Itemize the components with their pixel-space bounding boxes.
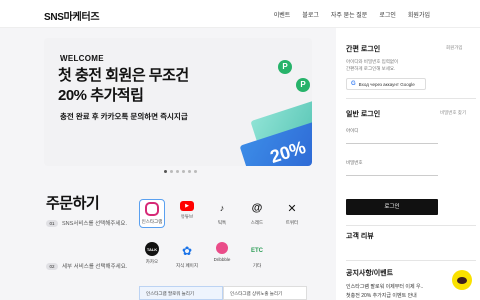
nav-login[interactable]: 로그인 xyxy=(379,10,396,19)
banner-welcome: WELCOME xyxy=(60,54,104,63)
service-label: 기타 xyxy=(252,263,262,268)
banner-pagination xyxy=(164,170,197,173)
password-field[interactable]: 비밀번호 xyxy=(346,160,438,176)
service-kakao[interactable]: TALK 카카오 xyxy=(139,242,165,265)
step-2: 02 세부 서비스를 선택해주세요. xyxy=(46,262,127,270)
point-coin-icon: P xyxy=(296,78,310,92)
google-login-button[interactable]: G Вход через аккаунт Google xyxy=(346,78,426,90)
service-tiktok[interactable]: ♪ 틱톡 xyxy=(209,199,235,226)
pagination-dot[interactable] xyxy=(170,170,173,173)
point-coin-icon: P xyxy=(278,60,292,74)
page: SNS마케터즈 이벤트 블로그 자주 묻는 질문 로그인 회원가입 WELCOM… xyxy=(0,0,480,300)
normal-login-title: 일반 로그인 xyxy=(346,111,381,118)
nav-faq[interactable]: 자주 묻는 질문 xyxy=(331,10,367,19)
divider xyxy=(346,225,476,226)
gear-icon: ✿ xyxy=(181,244,193,258)
service-youtube[interactable]: ▶ 유튜브 xyxy=(174,201,200,220)
nav-events[interactable]: 이벤트 xyxy=(274,10,291,19)
quick-login-desc-2: 간편하게 로그인해 보세요. xyxy=(346,66,396,71)
nav-signup[interactable]: 회원가입 xyxy=(408,10,430,19)
service-dribbble[interactable]: Dribbble xyxy=(209,242,235,262)
instagram-icon xyxy=(145,202,159,216)
tab-instagram-top-exposure[interactable]: 인스타그램 상위노출 늘리기 xyxy=(223,286,307,300)
service-label: 카카오 xyxy=(145,259,159,264)
login-sidebar: 간편 로그인 회원가입 아이디와 비밀번호 입력없이 간편하게 로그인해 보세요… xyxy=(336,28,480,300)
google-login-label: Вход через аккаунт Google xyxy=(358,81,415,87)
step-text: 세부 서비스를 선택해주세요. xyxy=(62,264,128,270)
divider xyxy=(346,260,476,261)
pagination-dot[interactable] xyxy=(188,170,191,173)
service-label: Dribbble xyxy=(213,257,231,262)
id-field-label: 아이디 xyxy=(346,128,359,133)
step-number: 02 xyxy=(46,262,58,270)
service-label: 인스타그램 xyxy=(141,219,163,224)
notice-title: 공지사항/이벤트 xyxy=(346,270,394,277)
step-number: 01 xyxy=(46,219,58,227)
youtube-icon: ▶ xyxy=(180,201,194,211)
google-icon: G xyxy=(351,81,356,87)
dribbble-icon xyxy=(216,242,228,254)
reviews-title: 고객 리뷰 xyxy=(346,233,374,240)
promo-banner[interactable]: WELCOME 첫 충전 회원은 무조건 20% 추가적립 충전 완료 후 카카… xyxy=(44,38,312,166)
id-field[interactable]: 아이디 xyxy=(346,128,438,144)
kakao-talk-icon: TALK xyxy=(145,242,159,256)
chat-bubble-icon xyxy=(457,276,467,284)
notice-item[interactable]: 첫충전 20% 추가지급 이벤트 안내 xyxy=(346,292,417,299)
notice-item[interactable]: 인스타그램 팔로워 이제부터 이제 우.. xyxy=(346,283,423,290)
threads-icon: @ xyxy=(251,202,263,214)
banner-headline-2: 20% 추가적립 xyxy=(58,87,144,104)
top-header: SNS마케터즈 이벤트 블로그 자주 묻는 질문 로그인 회원가입 xyxy=(0,0,480,28)
tab-instagram-followers[interactable]: 인스타그램 팔로워 늘리기 xyxy=(139,286,223,300)
service-instagram[interactable]: 인스타그램 xyxy=(139,199,165,228)
service-x[interactable]: ✕ 트위터 xyxy=(279,199,305,226)
step-text: SNS서비스를 선택해주세요. xyxy=(62,221,127,227)
service-etc[interactable]: ETC 기타 xyxy=(244,242,270,269)
step-1: 01 SNS서비스를 선택해주세요. xyxy=(46,219,127,227)
pagination-dot[interactable] xyxy=(194,170,197,173)
kakao-chat-button[interactable] xyxy=(452,270,472,290)
banner-headline-1: 첫 충전 회원은 무조건 xyxy=(58,67,189,84)
service-label: 트위터 xyxy=(285,220,299,225)
quick-login-desc-1: 아이디와 비밀번호 입력없이 xyxy=(346,59,399,64)
order-title: 주문하기 xyxy=(46,195,100,212)
login-button[interactable]: 로그인 xyxy=(346,199,438,215)
pagination-dot[interactable] xyxy=(164,170,167,173)
nav-blog[interactable]: 블로그 xyxy=(302,10,319,19)
banner-subtitle: 충전 완료 후 카카오톡 문의하면 즉시지급 xyxy=(60,112,188,121)
site-logo[interactable]: SNS마케터즈 xyxy=(44,8,100,23)
service-label: 틱톡 xyxy=(217,220,227,225)
signup-link[interactable]: 회원가입 xyxy=(446,45,463,51)
tiktok-icon: ♪ xyxy=(219,203,225,213)
service-label: 지식 페이지 xyxy=(176,263,198,268)
pagination-dot[interactable] xyxy=(176,170,179,173)
service-label: 유튜브 xyxy=(180,214,194,219)
etc-icon: ETC xyxy=(251,248,263,254)
find-password-link[interactable]: 비밀번호 찾기 xyxy=(440,110,466,116)
main-nav: 이벤트 블로그 자주 묻는 질문 로그인 회원가입 xyxy=(274,10,430,19)
quick-login-title: 간편 로그인 xyxy=(346,46,381,53)
x-icon: ✕ xyxy=(287,202,297,215)
service-knowledge[interactable]: ✿ 지식 페이지 xyxy=(174,242,200,269)
divider xyxy=(346,98,476,99)
service-threads[interactable]: @ 스레드 xyxy=(244,199,270,226)
password-field-label: 비밀번호 xyxy=(346,160,363,165)
pagination-dot[interactable] xyxy=(182,170,185,173)
service-label: 스레드 xyxy=(250,220,264,225)
